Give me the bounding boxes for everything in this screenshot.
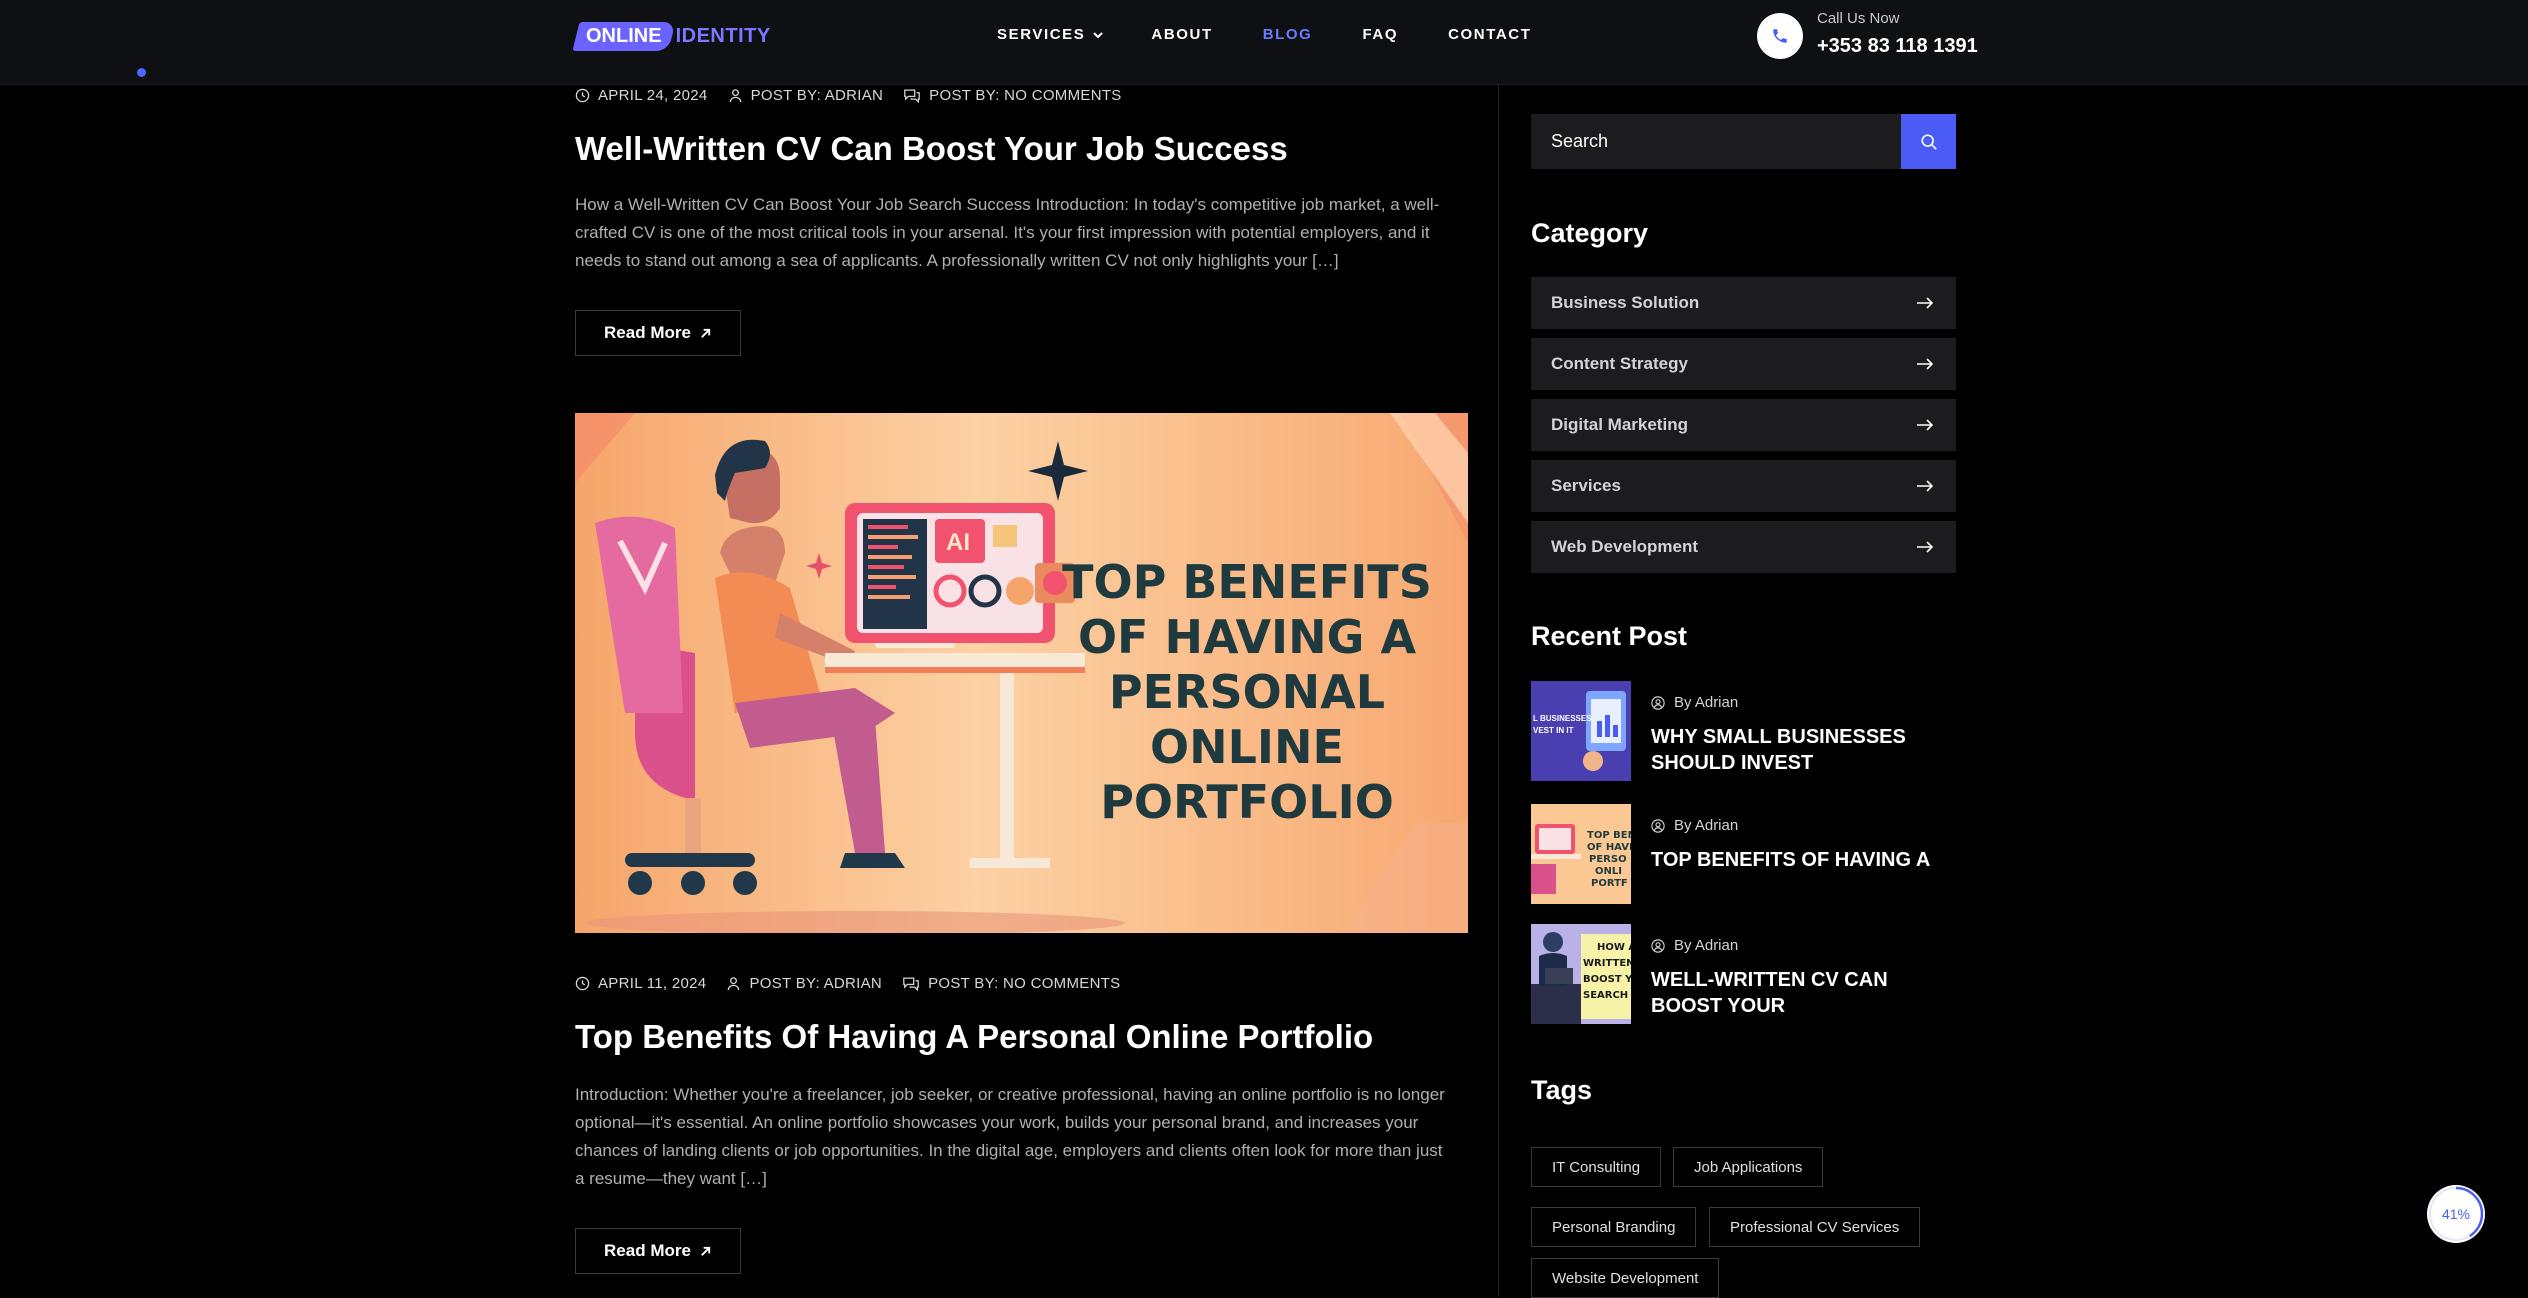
nav-services[interactable]: SERVICES	[997, 26, 1105, 43]
chevron-down-icon	[1093, 31, 1104, 38]
read-more-button[interactable]: Read More	[575, 310, 741, 356]
phone-button[interactable]	[1757, 13, 1803, 59]
post-author[interactable]: POST BY: ADRIAN	[728, 87, 884, 104]
recent-post-author: By Adrian	[1651, 694, 1738, 711]
post-excerpt: How a Well-Written CV Can Boost Your Job…	[575, 195, 1440, 270]
recent-post-title[interactable]: WELL-WRITTEN CV CAN BOOST YOUR	[1651, 967, 1961, 1019]
site-header: ONLINE IDENTITY SERVICES ABOUT BLOG FAQ …	[0, 0, 2528, 85]
user-circle-icon	[1651, 938, 1665, 953]
logo-identity: IDENTITY	[675, 24, 771, 47]
nav-faq[interactable]: FAQ	[1362, 26, 1398, 43]
svg-text:BOOST YO: BOOST YO	[1583, 974, 1631, 985]
svg-text:PORTF: PORTF	[1591, 878, 1628, 889]
nav-about[interactable]: ABOUT	[1151, 26, 1212, 43]
tags-heading: Tags	[1531, 1075, 1593, 1105]
phone-icon	[1773, 29, 1787, 43]
user-icon	[728, 977, 740, 991]
call-number[interactable]: +353 83 118 1391	[1817, 35, 1978, 58]
call-label: Call Us Now	[1817, 10, 1900, 27]
category-item-web-development[interactable]: Web Development	[1531, 521, 1956, 573]
user-circle-icon	[1651, 818, 1665, 833]
recent-post-thumbnail[interactable]: L BUSINESSES VEST IN IT	[1531, 681, 1631, 781]
sidebar-divider	[1498, 84, 1499, 1297]
arrow-right-icon	[1917, 297, 1934, 309]
logo-online: ONLINE	[572, 21, 676, 51]
recent-post-thumbnail[interactable]: TOP BEN OF HAVI PERSO ONLI PORTF	[1531, 804, 1631, 904]
post-excerpt: Introduction: Whether you're a freelance…	[575, 1085, 1445, 1188]
tag-professional-cv-services[interactable]: Professional CV Services	[1709, 1207, 1921, 1247]
user-circle-icon	[1651, 695, 1665, 710]
recent-post-title[interactable]: WHY SMALL BUSINESSES SHOULD INVEST	[1651, 724, 1961, 776]
category-item-business-solution[interactable]: Business Solution	[1531, 277, 1956, 329]
monitor: AI	[845, 503, 1075, 643]
arrow-up-right-icon	[701, 1246, 711, 1256]
post-meta: APRIL 24, 2024 POST BY: ADRIAN POST BY: …	[575, 87, 1142, 104]
clock-icon	[575, 88, 590, 103]
recent-post-author: By Adrian	[1651, 937, 1738, 954]
search-button[interactable]	[1901, 114, 1956, 169]
svg-text:WRITTEN: WRITTEN	[1583, 958, 1631, 969]
hero-text-line-2: OF HAVING A	[1078, 610, 1417, 664]
category-item-content-strategy[interactable]: Content Strategy	[1531, 338, 1956, 390]
category-item-services[interactable]: Services	[1531, 460, 1956, 512]
svg-text:HOW A: HOW A	[1597, 942, 1631, 953]
site-logo[interactable]: ONLINE IDENTITY	[572, 21, 771, 51]
tag-it-consulting[interactable]: IT Consulting	[1531, 1147, 1662, 1187]
scroll-to-top-progress[interactable]: 41%	[2427, 1185, 2485, 1243]
arrow-right-icon	[1917, 419, 1934, 431]
tag-personal-branding[interactable]: Personal Branding	[1531, 1207, 1697, 1247]
post-comments[interactable]: POST BY: NO COMMENTS	[902, 975, 1120, 992]
post-date: APRIL 11, 2024	[575, 975, 706, 992]
post-title[interactable]: Well-Written CV Can Boost Your Job Succe…	[575, 130, 1288, 168]
post-meta: APRIL 11, 2024 POST BY: ADRIAN POST BY: …	[575, 975, 1140, 992]
recent-post-title[interactable]: TOP BENEFITS OF HAVING A	[1651, 847, 1961, 873]
svg-text:ONLI: ONLI	[1595, 866, 1622, 877]
svg-text:L BUSINESSES: L BUSINESSES	[1533, 714, 1592, 723]
nav-services-label: SERVICES	[997, 26, 1086, 43]
tag-website-development[interactable]: Website Development	[1531, 1258, 1720, 1298]
clock-icon	[575, 976, 590, 991]
ai-badge: AI	[946, 529, 970, 556]
arrow-right-icon	[1917, 480, 1934, 492]
hero-text-line-5: PORTFOLIO	[1100, 775, 1394, 829]
post-date: APRIL 24, 2024	[575, 87, 708, 104]
svg-text:VEST IN IT: VEST IN IT	[1533, 726, 1574, 735]
category-item-digital-marketing[interactable]: Digital Marketing	[1531, 399, 1956, 451]
tag-job-applications[interactable]: Job Applications	[1673, 1147, 1824, 1187]
recent-post-heading: Recent Post	[1531, 621, 1688, 651]
recent-post-thumbnail[interactable]: HOW A WRITTEN BOOST YO SEARCH S	[1531, 924, 1631, 1024]
post-comments[interactable]: POST BY: NO COMMENTS	[903, 87, 1121, 104]
user-icon	[729, 89, 741, 103]
post-author[interactable]: POST BY: ADRIAN	[726, 975, 882, 992]
progress-label: 41%	[2441, 1206, 2471, 1222]
post-title[interactable]: Top Benefits Of Having A Personal Online…	[575, 1018, 1373, 1056]
hero-text-line-3: PERSONAL	[1109, 665, 1385, 719]
arrow-right-icon	[1917, 358, 1934, 370]
nav-contact[interactable]: CONTACT	[1448, 26, 1531, 43]
search-input[interactable]: Search	[1531, 114, 1901, 169]
arrow-up-right-icon	[701, 328, 711, 338]
read-more-button[interactable]: Read More	[575, 1228, 741, 1274]
svg-text:PERSO: PERSO	[1589, 854, 1627, 865]
category-heading: Category	[1531, 218, 1649, 248]
svg-text:SEARCH S: SEARCH S	[1583, 990, 1631, 1001]
cursor-dot	[137, 68, 146, 77]
search-icon	[1920, 133, 1937, 150]
comments-icon	[904, 89, 921, 103]
hero-text-line-4: ONLINE	[1150, 720, 1344, 774]
main-nav: SERVICES ABOUT BLOG FAQ CONTACT	[997, 26, 1532, 43]
nav-blog[interactable]: BLOG	[1263, 26, 1313, 43]
arrow-right-icon	[1917, 541, 1934, 553]
svg-text:OF HAVI: OF HAVI	[1587, 842, 1631, 853]
svg-text:TOP BEN: TOP BEN	[1587, 830, 1631, 841]
recent-post-author: By Adrian	[1651, 817, 1738, 834]
comments-icon	[903, 977, 919, 991]
hero-text-line-1: TOP BENEFITS	[1062, 555, 1432, 609]
post-featured-image[interactable]: AI TOP BENEFITS OF HAVING A PERSONAL ONL…	[575, 413, 1468, 933]
